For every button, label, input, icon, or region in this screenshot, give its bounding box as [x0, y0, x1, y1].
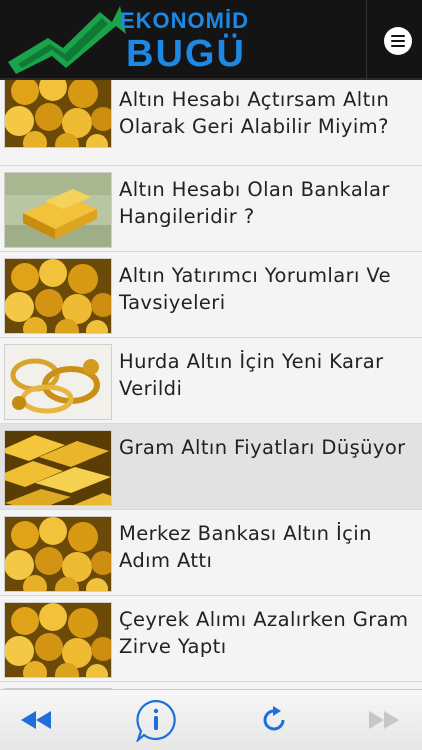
article-list[interactable]: Altın Hesabı Açtırsam Altın Olarak Geri … [0, 80, 422, 690]
article-title: Altın Yatırımcı Yorumları Ve Tavsiyeleri [119, 264, 392, 314]
menu-icon-bar [391, 45, 405, 47]
article-row[interactable]: Merkez Bankası Altın İçin Adım Attı [0, 510, 422, 596]
article-title: Çeyrek Alımı Azalırken Gram Zirve Yaptı [119, 608, 409, 658]
menu-icon-bar [391, 35, 405, 37]
gold-bar-dollars-thumbnail [4, 172, 112, 248]
rewind-icon[interactable] [14, 700, 58, 740]
app-logo[interactable]: EKONOMİDE BUGÜN [8, 4, 248, 74]
menu-button[interactable] [384, 27, 412, 55]
svg-text:EKONOMİDE: EKONOMİDE [120, 8, 248, 33]
article-title: Hurda Altın İçin Yeni Karar Verildi [119, 350, 384, 400]
article-row[interactable]: Altın Hesabı Açtırsam Altın Olarak Geri … [0, 80, 422, 166]
gold-coins-thumbnail [4, 80, 112, 148]
info-icon[interactable] [134, 699, 178, 742]
article-title: Altın Hesabı Olan Bankalar Hangileridir … [119, 178, 390, 228]
gold-bars-thumbnail [4, 430, 112, 506]
svg-text:BUGÜN: BUGÜN [126, 32, 248, 74]
article-row[interactable]: Altın Yatırımcı Yorumları Ve Tavsiyeleri [0, 252, 422, 338]
article-title: Altın Hesabı Açtırsam Altın Olarak Geri … [119, 88, 390, 138]
bottom-toolbar [0, 689, 422, 750]
article-row[interactable]: Hurda Altın İçin Yeni Karar Verildi [0, 338, 422, 424]
menu-icon-bar [391, 40, 405, 42]
article-row[interactable]: Altın Hesabı Olan Bankalar Hangileridir … [0, 166, 422, 252]
article-title: Gram Altın Fiyatları Düşüyor [119, 436, 406, 459]
app-header: EKONOMİDE BUGÜN [0, 0, 422, 80]
gold-coins-thumbnail [4, 516, 112, 592]
gold-jewelry-thumbnail [4, 344, 112, 420]
gold-coins-thumbnail [4, 602, 112, 678]
gold-coins-thumbnail [4, 258, 112, 334]
refresh-icon[interactable] [252, 700, 296, 740]
header-divider [366, 0, 367, 80]
article-title: Merkez Bankası Altın İçin Adım Attı [119, 522, 372, 572]
fast-forward-icon[interactable] [362, 700, 406, 740]
article-row[interactable]: Çeyrek Alımı Azalırken Gram Zirve Yaptı [0, 596, 422, 682]
article-row[interactable]: Gram Altın Fiyatları Düşüyor [0, 424, 422, 510]
